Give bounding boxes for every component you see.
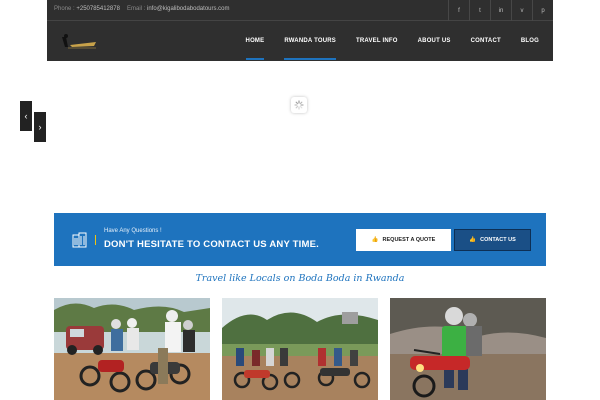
- slider-prev-button[interactable]: ‹: [20, 101, 32, 131]
- thumbs-up-icon: 👍: [371, 237, 379, 243]
- loading-spinner: [291, 97, 307, 113]
- slider-next-button[interactable]: ›: [34, 112, 46, 142]
- chevron-left-icon: ‹: [24, 111, 28, 121]
- pinterest-icon[interactable]: p: [532, 0, 553, 21]
- contact-us-label: CONTACT US: [480, 237, 516, 243]
- banner-question: Have Any Questions !: [104, 228, 162, 234]
- request-quote-label: REQUEST A QUOTE: [382, 237, 436, 243]
- tour-photo-3[interactable]: [390, 298, 546, 400]
- social-links: f t in v p: [448, 0, 553, 21]
- phone-label: Phone :: [54, 6, 75, 12]
- nav-home[interactable]: HOME: [245, 38, 265, 60]
- thumbs-up-icon: 👍: [469, 237, 477, 243]
- nav-about-us[interactable]: ABOUT US: [418, 38, 451, 44]
- email-address[interactable]: info@kigalibodabodatours.com: [147, 6, 229, 12]
- phone-number[interactable]: +250785412878: [76, 6, 120, 12]
- tour-photo-1[interactable]: [54, 298, 210, 400]
- tour-photo-2[interactable]: [222, 298, 378, 400]
- spinner-icon: [294, 100, 304, 110]
- nav-travel-info[interactable]: TRAVEL INFO: [356, 38, 398, 44]
- request-quote-button[interactable]: 👍 REQUEST A QUOTE: [356, 229, 451, 251]
- vimeo-icon[interactable]: v: [511, 0, 532, 21]
- nav-rwanda-tours[interactable]: RWANDA TOURS: [284, 38, 336, 60]
- twitter-icon[interactable]: t: [469, 0, 490, 21]
- contact-banner: Have Any Questions ! DON'T HESITATE TO C…: [54, 213, 546, 266]
- main-nav: HOME RWANDA TOURS TRAVEL INFO ABOUT US C…: [245, 21, 539, 61]
- contact-us-button[interactable]: 👍 CONTACT US: [454, 229, 531, 251]
- facebook-icon[interactable]: f: [448, 0, 469, 21]
- top-info-bar: Phone : +250785412878 Email : info@kigal…: [47, 0, 553, 21]
- nav-contact[interactable]: CONTACT: [471, 38, 501, 44]
- nav-blog[interactable]: BLOG: [521, 38, 539, 44]
- site-logo[interactable]: [56, 33, 100, 51]
- main-header: HOME RWANDA TOURS TRAVEL INFO ABOUT US C…: [47, 21, 553, 61]
- phone-info: Phone : +250785412878: [54, 6, 120, 12]
- building-icon: [72, 232, 87, 248]
- banner-divider: [95, 235, 96, 245]
- banner-headline: DON'T HESITATE TO CONTACT US ANY TIME.: [104, 239, 319, 250]
- page: Phone : +250785412878 Email : info@kigal…: [0, 0, 600, 400]
- email-label: Email :: [127, 6, 146, 12]
- linkedin-icon[interactable]: in: [490, 0, 511, 21]
- email-info: Email : info@kigalibodabodatours.com: [127, 6, 230, 12]
- chevron-right-icon: ›: [38, 122, 42, 132]
- section-tagline: Travel like Locals on Boda Boda in Rwand…: [195, 273, 405, 284]
